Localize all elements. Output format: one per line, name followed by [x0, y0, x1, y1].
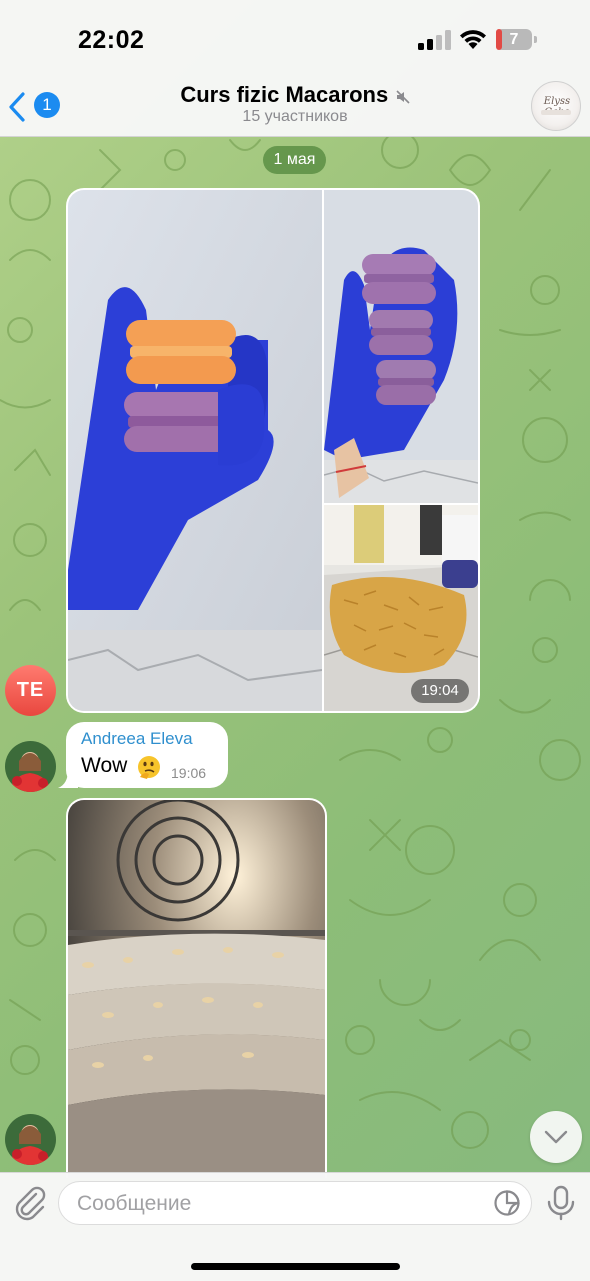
message-input[interactable]: [75, 1182, 479, 1226]
message-input-bar: [0, 1172, 590, 1281]
muted-speaker-icon: [396, 90, 410, 104]
chat-members-count: 15 участников: [242, 108, 348, 125]
album-photo-purple-macarons[interactable]: [324, 190, 478, 503]
message-text: Wow: [81, 754, 128, 777]
chat-title-area[interactable]: Curs fizic Macarons: [0, 80, 590, 108]
battery-level-text: 7: [509, 31, 519, 48]
message-sender-name[interactable]: Andreea Eleva: [81, 729, 193, 749]
message-field[interactable]: [58, 1181, 532, 1226]
sender-avatar-photo[interactable]: [5, 741, 56, 792]
album-photo-macarons-hand[interactable]: [68, 190, 322, 711]
text-message-bubble[interactable]: Andreea Eleva Wow 19:06: [66, 722, 228, 788]
wifi-icon: [460, 30, 486, 49]
status-bar: 22:02 7: [0, 0, 590, 80]
sender-avatar-photo[interactable]: [5, 1114, 56, 1165]
message-timestamp: 19:06: [171, 765, 207, 781]
scroll-to-bottom-button[interactable]: [530, 1111, 582, 1163]
chevron-down-icon: [544, 1130, 568, 1144]
paperclip-icon[interactable]: [12, 1185, 48, 1221]
sender-avatar-initials[interactable]: TE: [5, 665, 56, 716]
photo-album-message[interactable]: [66, 188, 480, 713]
sticker-icon[interactable]: [493, 1189, 521, 1217]
unread-count-badge: 1: [34, 92, 60, 118]
cellular-signal-icon: [418, 30, 451, 50]
battery-icon: 7: [496, 29, 538, 50]
back-button[interactable]: 1: [8, 86, 64, 126]
chevron-left-icon: [9, 92, 25, 122]
microphone-icon[interactable]: [546, 1185, 576, 1221]
group-avatar[interactable]: Elyss Cake: [531, 81, 581, 131]
status-time: 22:02: [78, 26, 145, 54]
thinking-face-emoji-icon: [138, 756, 160, 779]
date-separator: 1 мая: [263, 146, 326, 174]
chat-title: Curs fizic Macarons: [180, 82, 389, 107]
album-timestamp: 19:04: [411, 679, 469, 703]
photo-message-oven[interactable]: [66, 798, 327, 1178]
chat-header: Curs fizic Macarons 15 участников 1 Elys…: [0, 80, 590, 137]
home-indicator: [191, 1263, 400, 1270]
